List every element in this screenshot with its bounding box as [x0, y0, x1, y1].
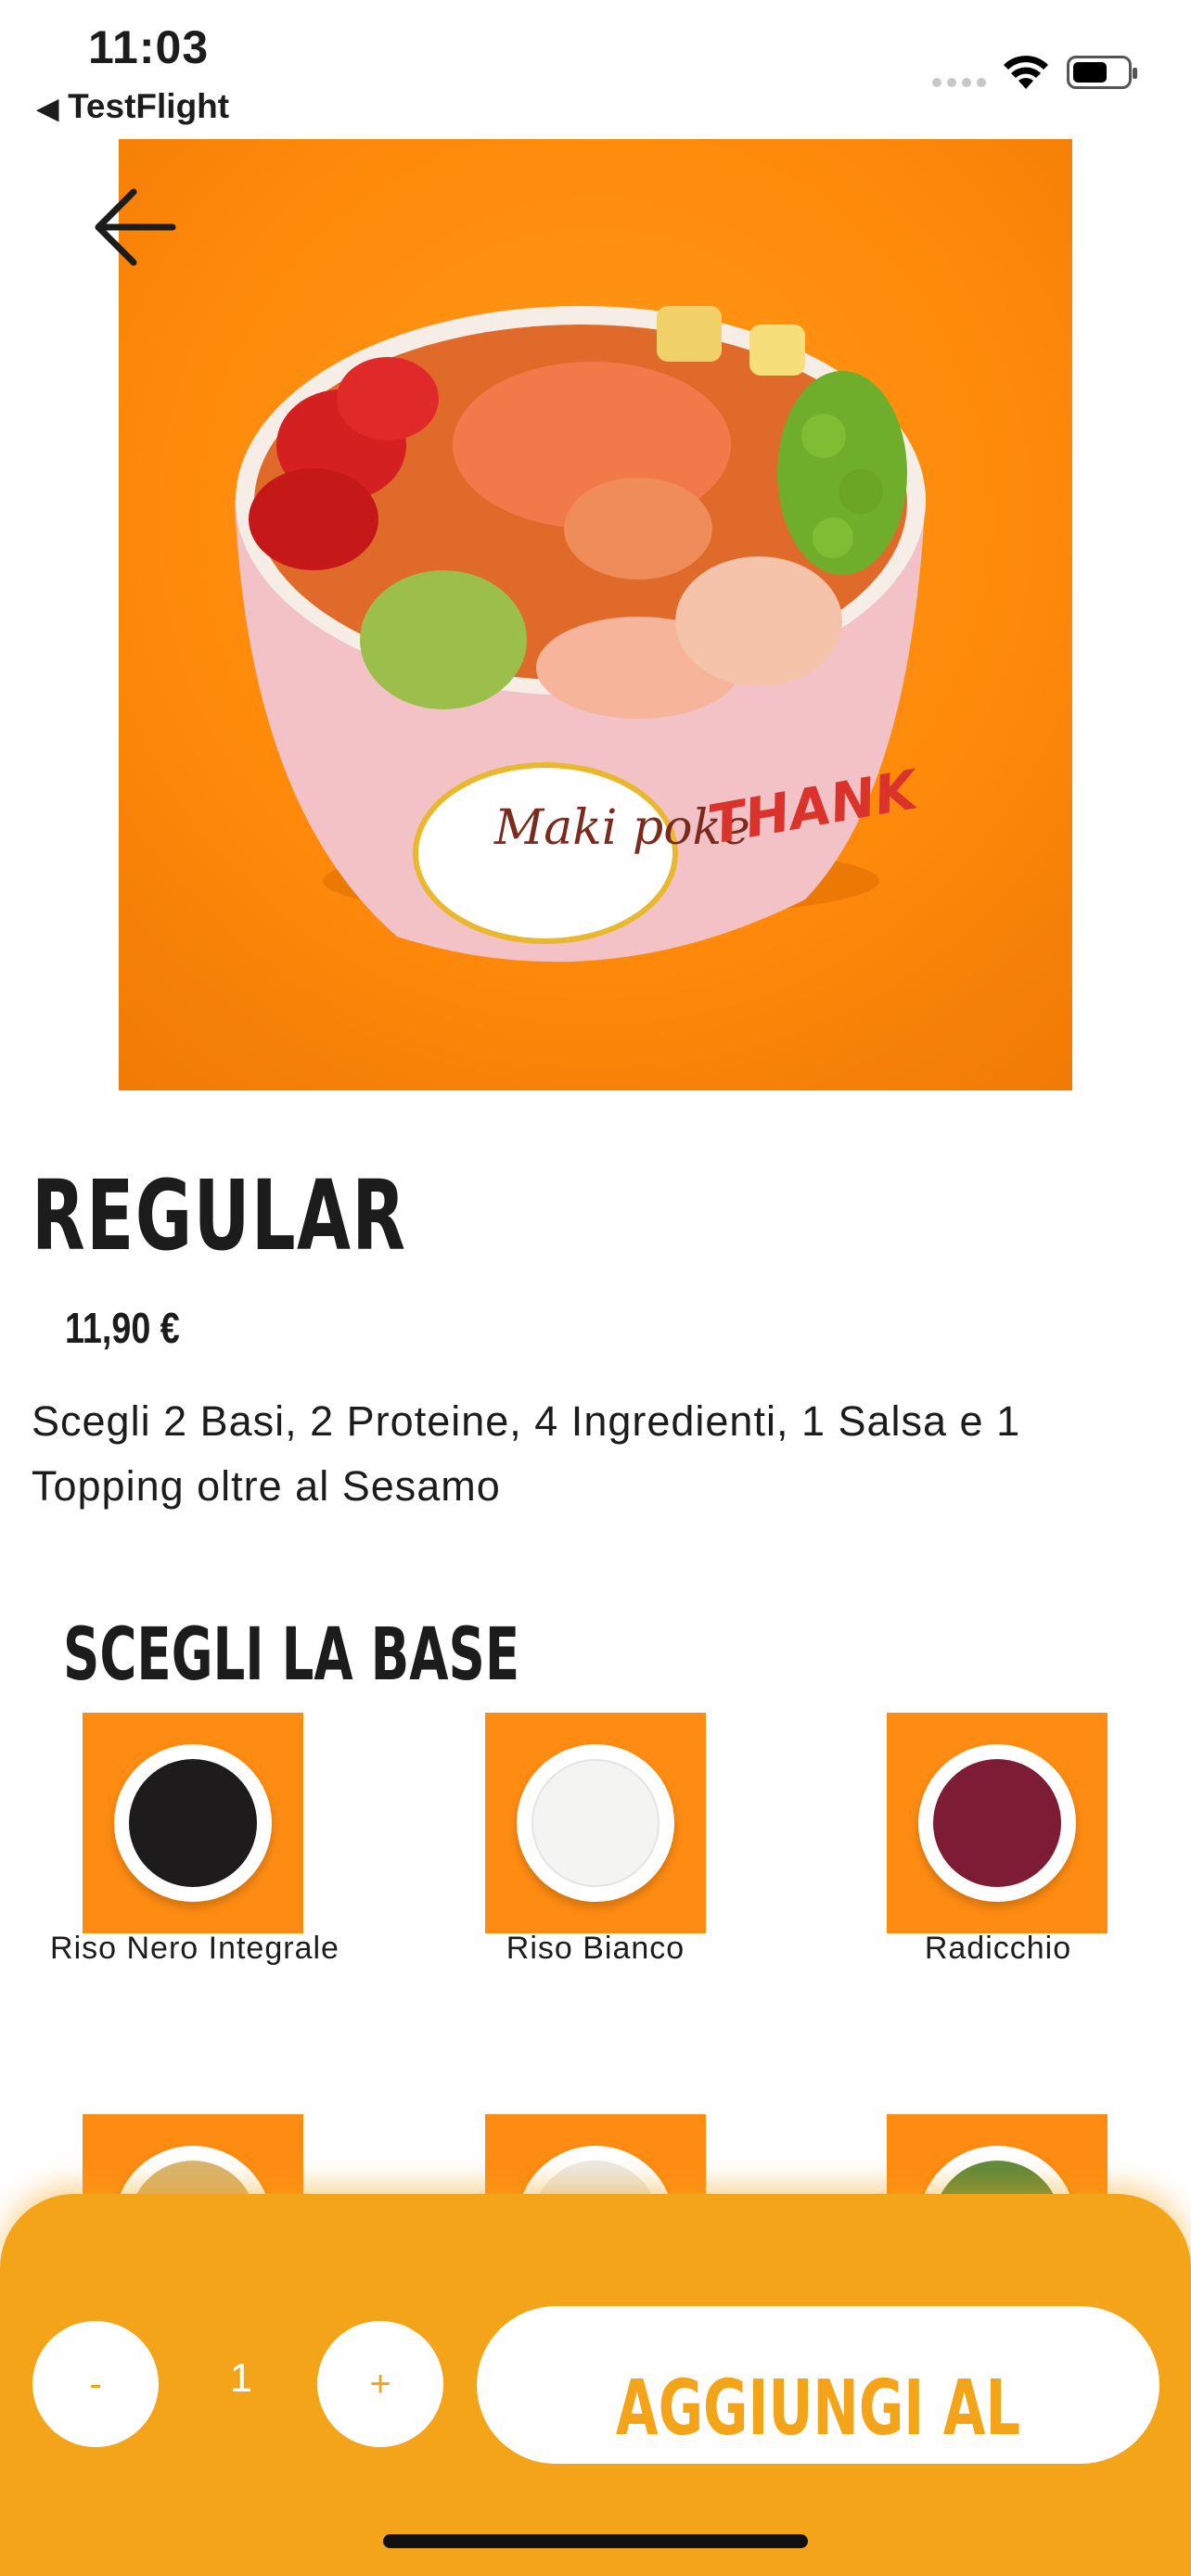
- section-title-base: SCEGLI LA BASE: [63, 1613, 520, 1697]
- back-app-label: TestFlight: [68, 87, 230, 125]
- add-to-order-button[interactable]: AGGIUNGI AL L'ORDINE: [477, 2306, 1159, 2464]
- product-description: Scegli 2 Basi, 2 Proteine, 4 Ingredienti…: [32, 1397, 1021, 1510]
- base-label-riso-bianco: Riso Bianco: [506, 1931, 685, 1966]
- add-to-order-label: AGGIUNGI AL L'ORDINE: [615, 2365, 1021, 2453]
- base-label-radicchio: Radicchio: [924, 1931, 1072, 1966]
- back-to-testflight[interactable]: ◀ TestFlight: [37, 87, 229, 126]
- cellular-signal-icon: [932, 78, 986, 87]
- base-option-riso-bianco[interactable]: [485, 1713, 706, 1933]
- wifi-icon: [1004, 56, 1048, 89]
- back-triangle-icon: ◀: [37, 94, 59, 124]
- status-bar: 11:03 ◀ TestFlight: [0, 0, 1191, 139]
- product-title: REGULAR: [32, 1159, 407, 1272]
- increase-quantity-button[interactable]: +: [317, 2321, 443, 2447]
- decrease-quantity-button[interactable]: -: [32, 2321, 159, 2447]
- base-option-radicchio[interactable]: [887, 1713, 1108, 1933]
- status-time: 11:03: [88, 21, 210, 73]
- base-label-riso-nero: Riso Nero Integrale: [50, 1931, 339, 1966]
- quantity-value: 1: [229, 2355, 253, 2401]
- base-option-riso-nero[interactable]: [83, 1713, 303, 1933]
- product-image: Maki poke THANK: [119, 139, 1072, 1090]
- product-price: 11,90 €: [65, 1304, 180, 1352]
- home-indicator[interactable]: [383, 2534, 808, 2548]
- back-arrow-icon[interactable]: [93, 185, 176, 269]
- battery-icon: [1067, 56, 1137, 89]
